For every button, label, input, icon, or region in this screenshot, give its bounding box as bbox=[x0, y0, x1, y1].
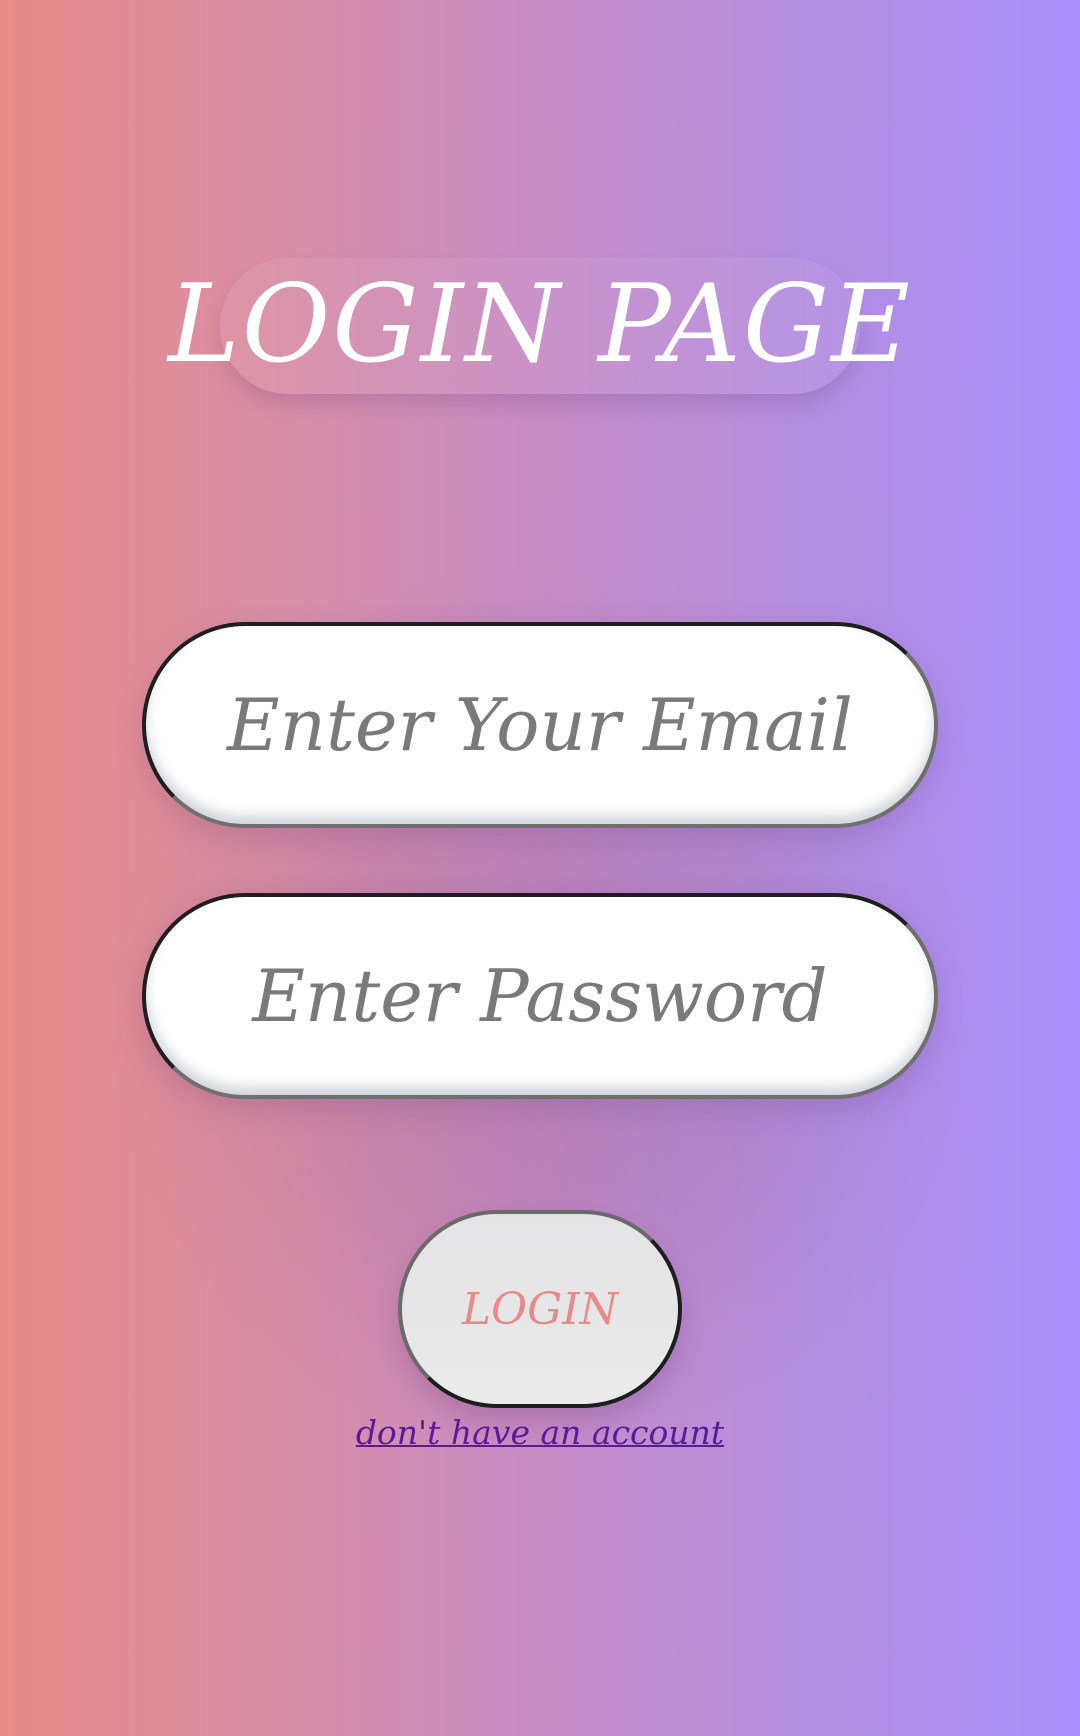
login-button[interactable]: LOGIN bbox=[398, 1210, 682, 1408]
signup-link[interactable]: don't have an account bbox=[356, 1413, 724, 1452]
email-input[interactable] bbox=[142, 622, 938, 828]
page-title: LOGIN PAGE bbox=[168, 262, 912, 387]
signup-link-container: don't have an account bbox=[0, 1408, 1080, 1458]
password-input[interactable] bbox=[142, 893, 938, 1099]
